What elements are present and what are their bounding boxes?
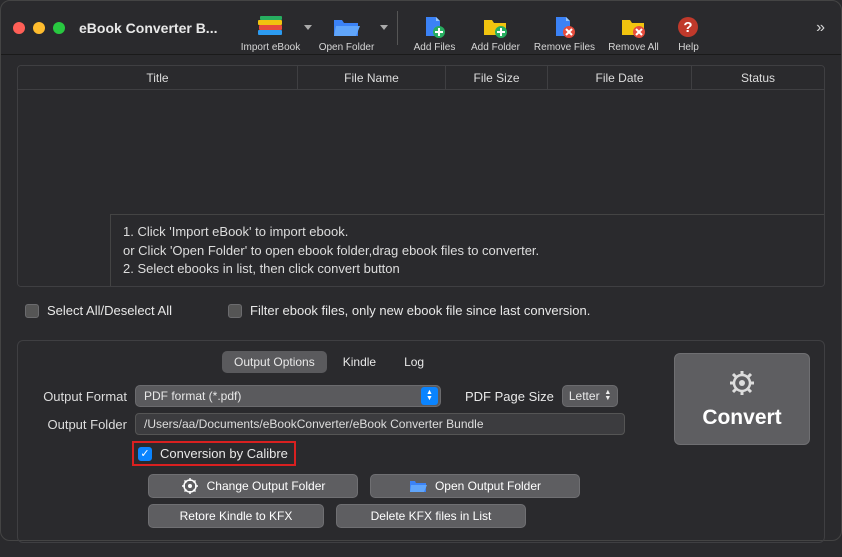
select-all-checkbox[interactable] bbox=[25, 304, 39, 318]
open-folder-button[interactable]: Open Folder bbox=[313, 3, 379, 53]
instruction-line: or Click 'Open Folder' to open ebook fol… bbox=[123, 242, 812, 260]
tab-output-options[interactable]: Output Options bbox=[222, 351, 327, 373]
folder-open-icon bbox=[409, 477, 427, 495]
options-panel: Output Options Kindle Log Output Format … bbox=[17, 340, 825, 543]
window-title: eBook Converter B... bbox=[79, 20, 217, 36]
close-button[interactable] bbox=[13, 22, 25, 34]
calibre-highlight: ✓ Conversion by Calibre bbox=[132, 441, 296, 466]
import-dropdown-chevron[interactable] bbox=[303, 25, 313, 31]
restore-kindle-label: Retore Kindle to KFX bbox=[180, 509, 293, 523]
folder-remove-icon bbox=[619, 15, 647, 39]
page-size-select[interactable]: Letter ▲▼ bbox=[562, 385, 618, 407]
remove-all-label: Remove All bbox=[608, 42, 659, 53]
window-controls bbox=[13, 22, 65, 34]
output-format-label: Output Format bbox=[32, 389, 127, 404]
file-remove-icon bbox=[550, 15, 578, 39]
delete-kfx-label: Delete KFX files in List bbox=[371, 509, 492, 523]
toolbar: Import eBook Open Folder bbox=[237, 3, 710, 53]
col-title[interactable]: Title bbox=[18, 66, 298, 89]
folder-plus-icon bbox=[481, 15, 509, 39]
tab-bar: Output Options Kindle Log bbox=[222, 351, 656, 373]
help-label: Help bbox=[678, 42, 699, 53]
calibre-label: Conversion by Calibre bbox=[160, 446, 288, 461]
change-output-folder-label: Change Output Folder bbox=[207, 479, 326, 493]
select-all-label: Select All/Deselect All bbox=[47, 303, 172, 318]
import-ebook-label: Import eBook bbox=[241, 42, 300, 53]
open-folder-label: Open Folder bbox=[319, 42, 375, 53]
remove-all-button[interactable]: Remove All bbox=[600, 3, 666, 53]
open-output-folder-button[interactable]: Open Output Folder bbox=[370, 474, 580, 498]
calibre-checkbox[interactable]: ✓ bbox=[138, 447, 152, 461]
delete-kfx-button[interactable]: Delete KFX files in List bbox=[336, 504, 526, 528]
col-filedate[interactable]: File Date bbox=[548, 66, 692, 89]
filter-label: Filter ebook files, only new ebook file … bbox=[250, 303, 590, 318]
convert-label: Convert bbox=[702, 406, 781, 430]
folder-open-icon bbox=[332, 15, 360, 39]
add-files-button[interactable]: Add Files bbox=[406, 3, 462, 53]
open-folder-dropdown-chevron[interactable] bbox=[379, 25, 389, 31]
select-arrows-icon: ▲▼ bbox=[421, 387, 438, 405]
page-size-label: PDF Page Size bbox=[465, 389, 554, 404]
books-stack-icon bbox=[256, 15, 284, 39]
change-output-folder-button[interactable]: Change Output Folder bbox=[148, 474, 358, 498]
instruction-line: 2. Select ebooks in list, then click con… bbox=[123, 260, 812, 278]
tab-log[interactable]: Log bbox=[392, 351, 436, 373]
minimize-button[interactable] bbox=[33, 22, 45, 34]
page-size-value: Letter bbox=[569, 389, 600, 403]
remove-files-button[interactable]: Remove Files bbox=[528, 3, 600, 53]
filter-checkbox[interactable] bbox=[228, 304, 242, 318]
gear-icon bbox=[181, 477, 199, 495]
filter-checkbox-group[interactable]: Filter ebook files, only new ebook file … bbox=[228, 303, 590, 318]
col-filename[interactable]: File Name bbox=[298, 66, 446, 89]
maximize-button[interactable] bbox=[53, 22, 65, 34]
title-bar: eBook Converter B... Import eBook bbox=[1, 1, 841, 55]
instructions-panel: 1. Click 'Import eBook' to import ebook.… bbox=[110, 214, 824, 286]
help-icon: ? bbox=[674, 15, 702, 39]
remove-files-label: Remove Files bbox=[534, 42, 595, 53]
svg-text:?: ? bbox=[684, 19, 693, 36]
col-filesize[interactable]: File Size bbox=[446, 66, 548, 89]
add-folder-label: Add Folder bbox=[471, 42, 520, 53]
add-files-label: Add Files bbox=[414, 42, 456, 53]
output-folder-input[interactable]: /Users/aa/Documents/eBookConverter/eBook… bbox=[135, 413, 625, 435]
file-plus-icon bbox=[420, 15, 448, 39]
output-format-value: PDF format (*.pdf) bbox=[144, 389, 241, 403]
tab-kindle[interactable]: Kindle bbox=[331, 351, 388, 373]
toolbar-overflow[interactable]: » bbox=[816, 19, 829, 37]
select-all-checkbox-group[interactable]: Select All/Deselect All bbox=[25, 303, 172, 318]
restore-kindle-button[interactable]: Retore Kindle to KFX bbox=[148, 504, 324, 528]
gear-icon bbox=[728, 369, 756, 400]
open-output-folder-label: Open Output Folder bbox=[435, 479, 541, 493]
table-header-row: Title File Name File Size File Date Stat… bbox=[18, 66, 824, 90]
convert-button[interactable]: Convert bbox=[674, 353, 810, 445]
help-button[interactable]: ? Help bbox=[666, 3, 710, 53]
table-body[interactable]: 1. Click 'Import eBook' to import ebook.… bbox=[18, 90, 824, 286]
add-folder-button[interactable]: Add Folder bbox=[462, 3, 528, 53]
instruction-line: 1. Click 'Import eBook' to import ebook. bbox=[123, 223, 812, 241]
select-arrows-icon: ▲▼ bbox=[601, 387, 615, 405]
col-status[interactable]: Status bbox=[692, 66, 824, 89]
file-table: Title File Name File Size File Date Stat… bbox=[17, 65, 825, 287]
import-ebook-button[interactable]: Import eBook bbox=[237, 3, 303, 53]
output-folder-value: /Users/aa/Documents/eBookConverter/eBook… bbox=[144, 417, 484, 431]
toolbar-separator bbox=[397, 11, 398, 45]
output-folder-label: Output Folder bbox=[32, 417, 127, 432]
output-format-select[interactable]: PDF format (*.pdf) ▲▼ bbox=[135, 385, 441, 407]
